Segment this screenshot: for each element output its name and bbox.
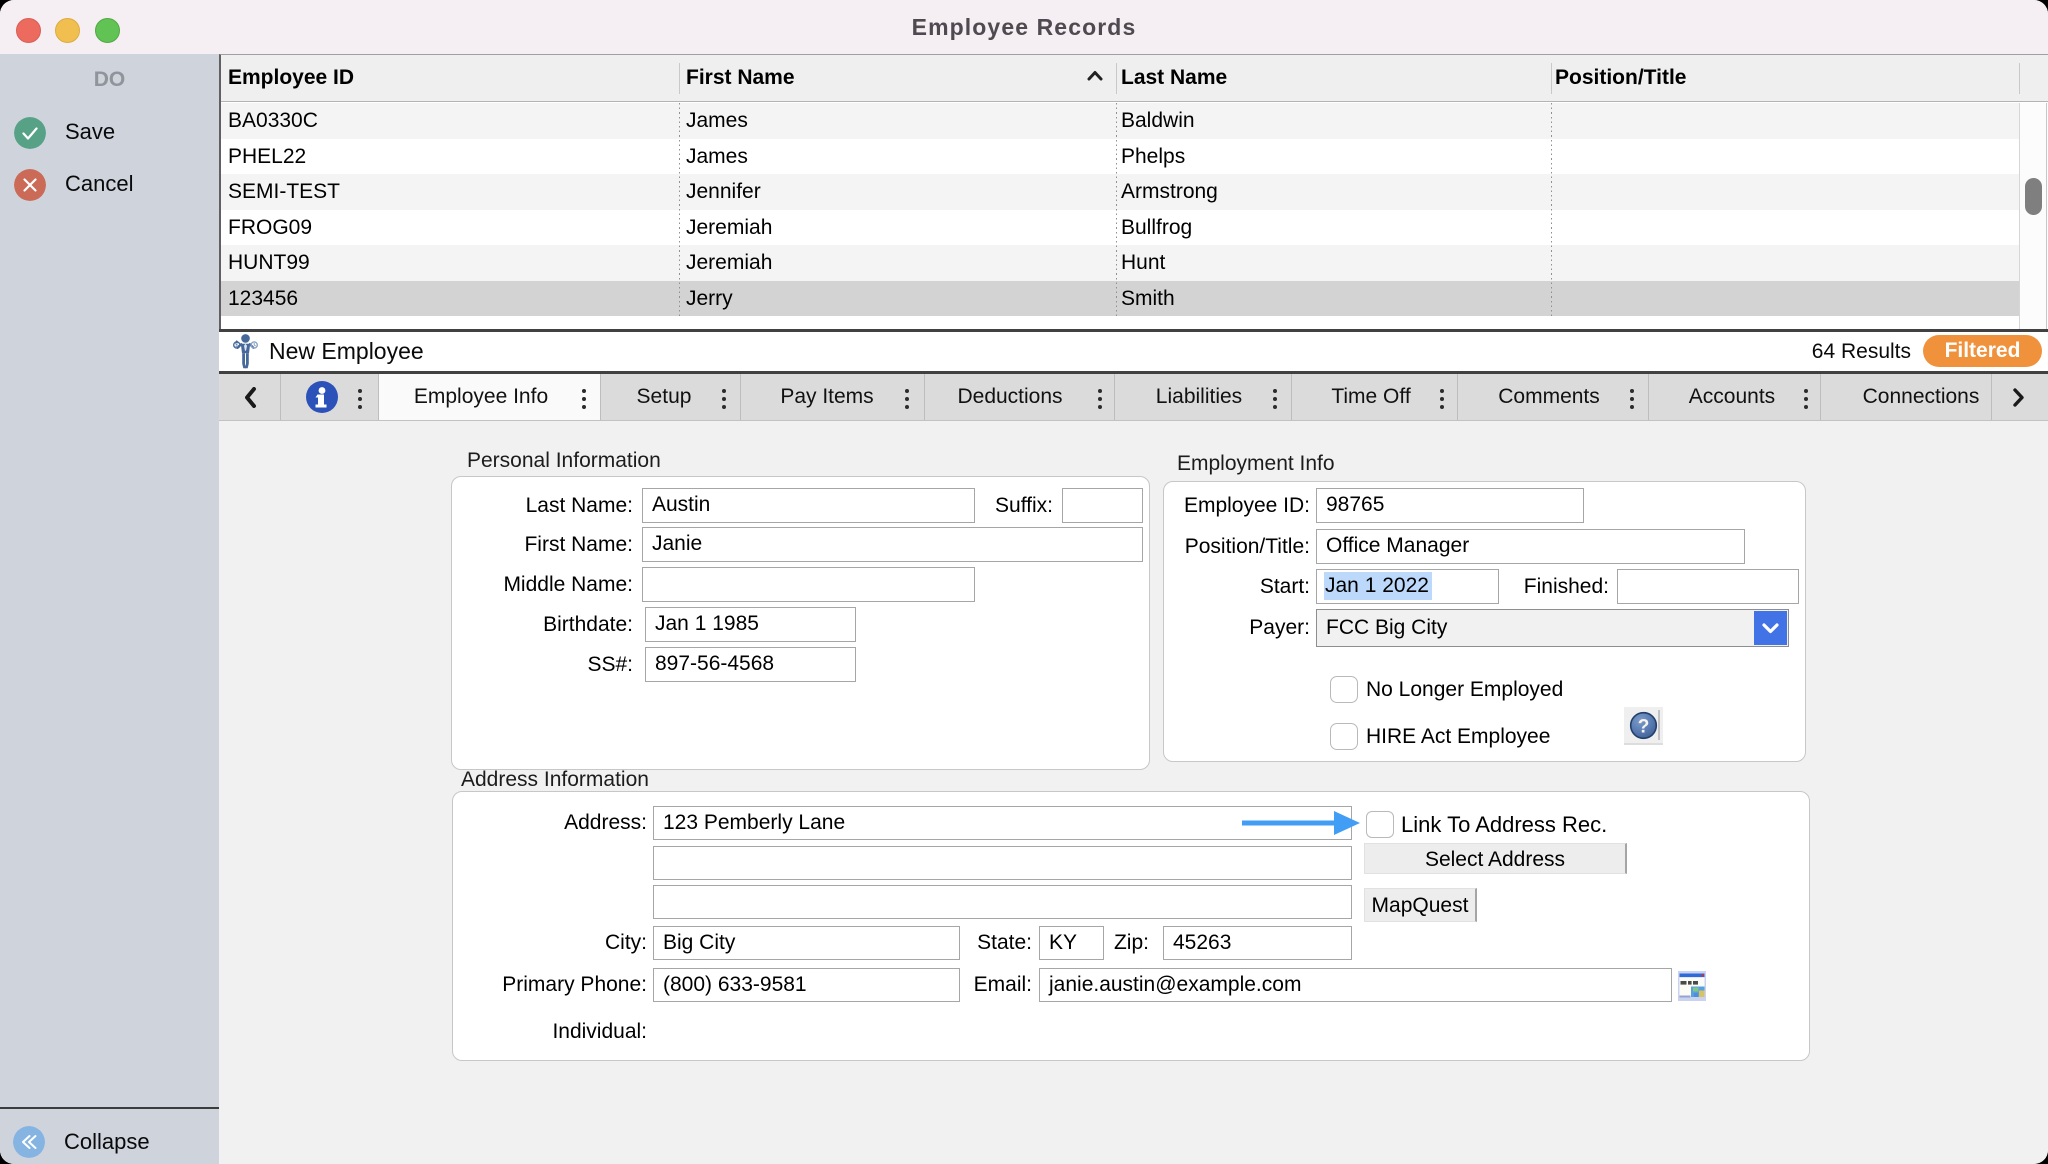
svg-text:?: ? [1638, 717, 1650, 738]
